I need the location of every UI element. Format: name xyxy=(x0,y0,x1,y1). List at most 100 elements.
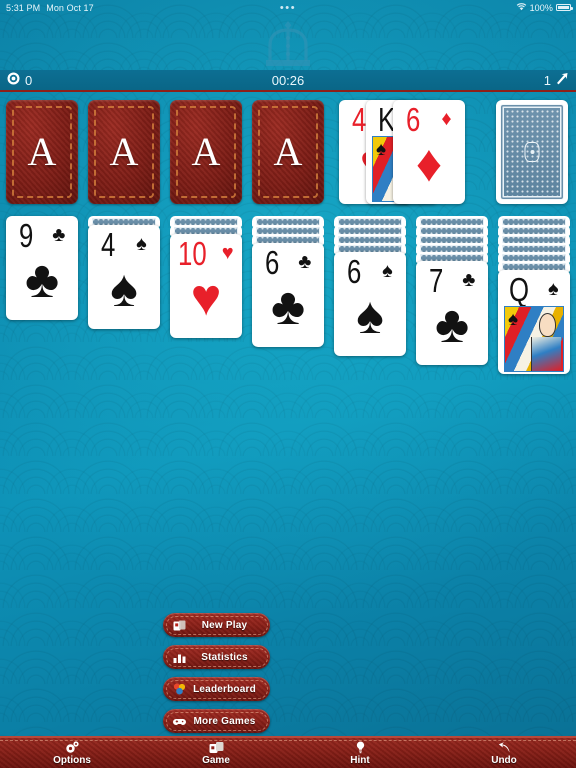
card-suit-large: ♣ xyxy=(434,296,470,354)
card-corner: 6 ♠ xyxy=(334,254,406,288)
game-label: Game xyxy=(202,754,230,766)
tableau-top-card-3[interactable]: 10 ♥ ♥ xyxy=(170,234,242,338)
undo-button[interactable]: Undo xyxy=(432,738,576,768)
tableau-top-card-2[interactable]: 4 ♠ ♠ xyxy=(88,225,160,329)
options-button[interactable]: Options xyxy=(0,738,144,768)
stock-pile[interactable] xyxy=(496,100,568,204)
bottom-toolbar: Options Game Hint Undo xyxy=(0,736,576,768)
tableau-column-1[interactable]: 9 ♣ ♣ xyxy=(6,216,78,320)
card-suit-large: ♥ xyxy=(190,269,222,327)
card-suit-small: ♠ xyxy=(547,278,559,300)
foundation-slot-1[interactable]: A xyxy=(6,100,78,204)
hint-label: Hint xyxy=(350,754,370,766)
card-suit-small: ♠ xyxy=(382,260,393,282)
card-rank: 6 xyxy=(406,100,421,138)
more-games-label: More Games xyxy=(193,715,256,727)
card-suit-large: ♠ xyxy=(376,139,387,160)
foundation-placeholder: A xyxy=(273,129,303,174)
gamepad-icon xyxy=(173,715,186,728)
app-logo xyxy=(0,18,576,70)
card-rank: 4 xyxy=(351,100,367,138)
foundation-2[interactable]: A xyxy=(88,100,160,204)
tableau-column-7[interactable]: Q ♠ ♠ xyxy=(498,216,570,374)
tableau-top-card-6[interactable]: 7 ♣ ♣ xyxy=(416,261,488,365)
card-suit-large: ♣ xyxy=(24,251,60,309)
card-rank: 6 xyxy=(264,243,279,281)
tableau-column-3[interactable]: 10 ♥ ♥ xyxy=(170,216,242,338)
crown-logo-icon xyxy=(266,21,310,66)
face-card-body xyxy=(531,337,561,371)
card-rank: Q xyxy=(509,270,530,308)
undo-arrow-icon xyxy=(497,741,512,754)
card-corner: 7 ♣ xyxy=(416,263,488,297)
card-rank: 6 xyxy=(347,252,362,290)
card-back-icon xyxy=(500,104,564,200)
waste-card-3[interactable]: 6 ♦ ♦ xyxy=(393,100,465,204)
card-suit-large: ♠ xyxy=(110,260,138,318)
card-rank: 4 xyxy=(101,225,116,263)
card-suit-small: ♣ xyxy=(298,251,312,273)
card-corner: 4 ♠ xyxy=(88,227,160,261)
podium-icon xyxy=(173,683,186,696)
tableau-column-5[interactable]: 6 ♠ ♠ xyxy=(334,216,406,356)
foundation-4[interactable]: A xyxy=(252,100,324,204)
card-suit-large: ♣ xyxy=(270,278,306,336)
tableau-top-card-1[interactable]: 9 ♣ ♣ xyxy=(6,216,78,320)
statistics-button[interactable]: Statistics xyxy=(163,645,270,669)
card-suit-large: ♠ xyxy=(508,309,519,330)
card-corner: 10 ♥ xyxy=(170,236,242,270)
foundation-1[interactable]: A xyxy=(6,100,78,204)
tableau-area: 9 ♣ ♣ 4 ♠ ♠ 10 ♥ ♥ 6 ♣ ♣ 6 ♠ ♠ 7 ♣ ♣ Q ♠ ♠ xyxy=(0,216,576,416)
tableau-top-card-7[interactable]: Q ♠ ♠ xyxy=(498,270,570,374)
face-card-art: ♠ xyxy=(504,306,564,372)
card-suit-small: ♦ xyxy=(441,108,452,130)
dice-icon xyxy=(209,741,224,754)
tableau-top-card-4[interactable]: 6 ♣ ♣ xyxy=(252,243,324,347)
foundation-slot-4[interactable]: A xyxy=(252,100,324,204)
card-suit-large: ♠ xyxy=(356,287,384,345)
tableau-column-2[interactable]: 4 ♠ ♠ xyxy=(88,216,160,329)
foundation-slot-2[interactable]: A xyxy=(88,100,160,204)
card-rank: 7 xyxy=(428,261,443,299)
more-games-button[interactable]: More Games xyxy=(163,709,270,733)
main-menu: New Play Statistics Leaderboard More Gam… xyxy=(163,613,270,733)
statistics-label: Statistics xyxy=(201,651,248,663)
top-card-zone: A A A A 4 ♥ ♥ K ♠ ♠ 6 ♦ ♦ xyxy=(0,94,576,216)
card-suit-small: ♣ xyxy=(52,224,66,246)
bar-chart-icon xyxy=(173,651,186,664)
card-suit-small: ♠ xyxy=(136,233,147,255)
face-card-head xyxy=(539,313,556,337)
foundation-placeholder: A xyxy=(191,129,221,174)
card-rank: 10 xyxy=(178,234,207,272)
tableau-column-4[interactable]: 6 ♣ ♣ xyxy=(252,216,324,347)
card-back-medallion xyxy=(524,142,540,162)
foundation-placeholder: A xyxy=(109,129,139,174)
card-corner: 6 ♦ xyxy=(393,102,465,136)
tableau-column-6[interactable]: 7 ♣ ♣ xyxy=(416,216,488,365)
card-corner: Q ♠ xyxy=(498,272,570,306)
card-suit-small: ♥ xyxy=(221,242,234,264)
card-suit-small: ♣ xyxy=(462,269,476,291)
game-button[interactable]: Game xyxy=(144,738,288,768)
new-cards-icon xyxy=(173,619,186,632)
game-timer: 00:26 xyxy=(271,72,305,88)
status-bar-dots: ••• xyxy=(279,1,297,14)
game-info-bar: 0 00:26 1 xyxy=(0,70,576,92)
undo-label: Undo xyxy=(491,754,517,766)
leaderboard-label: Leaderboard xyxy=(193,683,256,695)
foundation-slot-3[interactable]: A xyxy=(170,100,242,204)
new-play-label: New Play xyxy=(201,619,248,631)
leaderboard-button[interactable]: Leaderboard xyxy=(163,677,270,701)
new-play-button[interactable]: New Play xyxy=(163,613,270,637)
hint-button[interactable]: Hint xyxy=(288,738,432,768)
card-corner: 9 ♣ xyxy=(6,218,78,252)
card-suit-large: ♦ xyxy=(415,135,443,193)
foundation-3[interactable]: A xyxy=(170,100,242,204)
gears-icon xyxy=(65,740,80,754)
card-corner: 6 ♣ xyxy=(252,245,324,279)
options-label: Options xyxy=(53,754,91,766)
battery-full-icon xyxy=(556,4,573,11)
tableau-top-card-5[interactable]: 6 ♠ ♠ xyxy=(334,252,406,356)
lightbulb-icon xyxy=(355,741,366,754)
card-rank: 9 xyxy=(18,216,33,254)
